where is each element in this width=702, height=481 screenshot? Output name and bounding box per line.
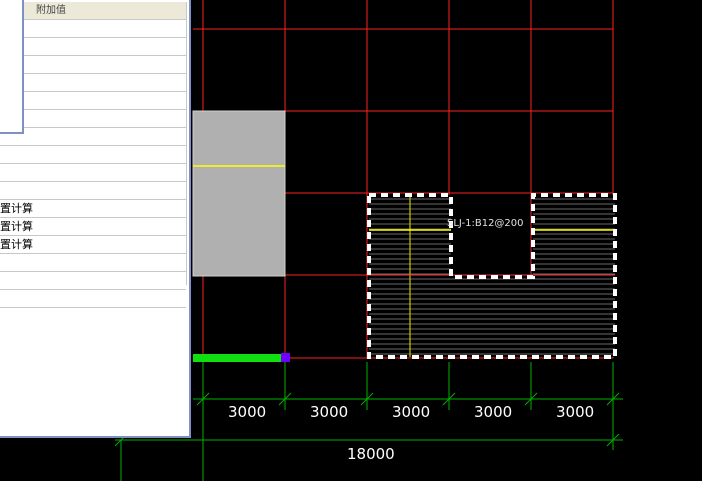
- property-row[interactable]: [0, 38, 186, 56]
- inner-list-box[interactable]: [0, 0, 24, 134]
- properties-table: 附加值 置计算 置计算 置计算: [0, 2, 186, 308]
- property-row[interactable]: [0, 272, 186, 290]
- dimension-lines: [114, 362, 623, 481]
- total-dimension-text: 18000: [347, 445, 395, 463]
- green-beam-bar[interactable]: [193, 354, 281, 362]
- rebar-label: SLJ-1:B12@200: [447, 218, 524, 229]
- property-row[interactable]: 置计算: [0, 236, 186, 254]
- property-row[interactable]: 置计算: [0, 200, 186, 218]
- property-row[interactable]: [0, 254, 186, 272]
- dimension-text-5: 3000: [556, 403, 595, 421]
- property-row[interactable]: [0, 290, 186, 308]
- properties-panel[interactable]: 附加值 置计算 置计算 置计算: [0, 0, 191, 438]
- grip-handle[interactable]: [281, 353, 290, 362]
- dimension-text-3: 3000: [392, 403, 431, 421]
- dimension-text-1: 3000: [228, 403, 267, 421]
- table-border: [186, 2, 187, 285]
- property-row[interactable]: [0, 182, 186, 200]
- dimension-text-4: 3000: [474, 403, 513, 421]
- property-row[interactable]: [0, 92, 186, 110]
- beam-block[interactable]: [192, 110, 286, 277]
- property-row[interactable]: [0, 128, 186, 146]
- property-row[interactable]: [0, 110, 186, 128]
- table-header: 附加值: [0, 2, 186, 20]
- property-row[interactable]: 置计算: [0, 218, 186, 236]
- property-row[interactable]: [0, 20, 186, 38]
- property-row[interactable]: [0, 74, 186, 92]
- property-row[interactable]: [0, 56, 186, 74]
- property-row[interactable]: [0, 164, 186, 182]
- property-row[interactable]: [0, 146, 186, 164]
- dimension-text-2: 3000: [310, 403, 349, 421]
